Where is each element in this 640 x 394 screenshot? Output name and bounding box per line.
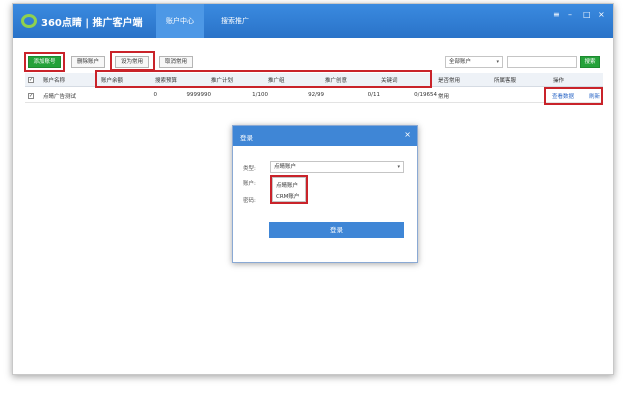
chevron-down-icon: ▾: [397, 164, 400, 170]
dialog-title: 登录: [240, 134, 253, 142]
highlight-box: [270, 175, 308, 204]
search-button[interactable]: 搜索: [580, 56, 600, 68]
maximize-icon[interactable]: □: [583, 10, 591, 19]
logo-icon: [21, 14, 37, 28]
account-filter-select[interactable]: 全部账户 ▾: [445, 56, 503, 68]
highlight-box: [95, 70, 432, 88]
close-icon[interactable]: ×: [404, 130, 411, 139]
app-window: 360点睛 | 推广客户端 账户中心 搜索推广 ≡ – □ × 添加账号 删除账…: [12, 3, 614, 375]
dialog-header: 登录 ×: [233, 126, 417, 146]
table-row[interactable]: ✓ 点睛广告测试 0 9999990 1/100 92/99 0/11 0/19…: [25, 89, 603, 103]
col-common: 是否常用: [438, 78, 461, 84]
cell-account-name: 点睛广告测试: [43, 94, 77, 100]
highlight-box: [544, 87, 603, 105]
tab-search-promotion[interactable]: 搜索推广: [211, 4, 259, 38]
account-type-select[interactable]: 点睛账户 ▾: [270, 161, 404, 173]
tab-account-center[interactable]: 账户中心: [156, 4, 204, 38]
login-button[interactable]: 登录: [269, 222, 404, 238]
chevron-down-icon: ▾: [496, 59, 499, 65]
minimize-icon[interactable]: –: [568, 10, 572, 19]
cell-creatives: 0/11: [367, 92, 380, 98]
cell-keywords: 0/19654: [414, 92, 437, 98]
col-actions: 操作: [553, 78, 565, 84]
delete-account-button[interactable]: 删除账户: [71, 56, 105, 68]
type-label: 类型:: [243, 166, 256, 172]
cell-balance: 0: [153, 92, 158, 98]
password-label: 密码:: [243, 198, 256, 204]
cancel-common-button[interactable]: 取消常用: [159, 56, 193, 68]
col-service: 所属客服: [494, 78, 517, 84]
login-dialog: 登录 × 类型: 点睛账户 ▾ 账户: 密码: 点睛账户 CRM账户 登录: [232, 125, 418, 263]
account-type-value: 点睛账户: [274, 164, 297, 170]
cell-plans: 1/100: [252, 92, 268, 98]
account-label: 账户:: [243, 181, 256, 187]
row-checkbox[interactable]: ✓: [28, 93, 34, 99]
highlight-box: [24, 52, 65, 72]
close-icon[interactable]: ×: [598, 10, 605, 19]
highlight-box: [110, 51, 155, 71]
search-input[interactable]: [507, 56, 577, 68]
col-account-name: 账户名称: [43, 78, 66, 84]
account-filter-value: 全部账户: [449, 59, 472, 65]
cell-common: 常用: [438, 94, 450, 100]
app-brand: 360点睛 | 推广客户端: [41, 18, 143, 29]
menu-icon[interactable]: ≡: [553, 10, 560, 19]
select-all-checkbox[interactable]: ✓: [28, 77, 34, 83]
title-bar: 360点睛 | 推广客户端 账户中心 搜索推广 ≡ – □ ×: [13, 4, 613, 38]
cell-budget: 9999990: [186, 92, 212, 98]
cell-groups: 92/99: [308, 92, 324, 98]
